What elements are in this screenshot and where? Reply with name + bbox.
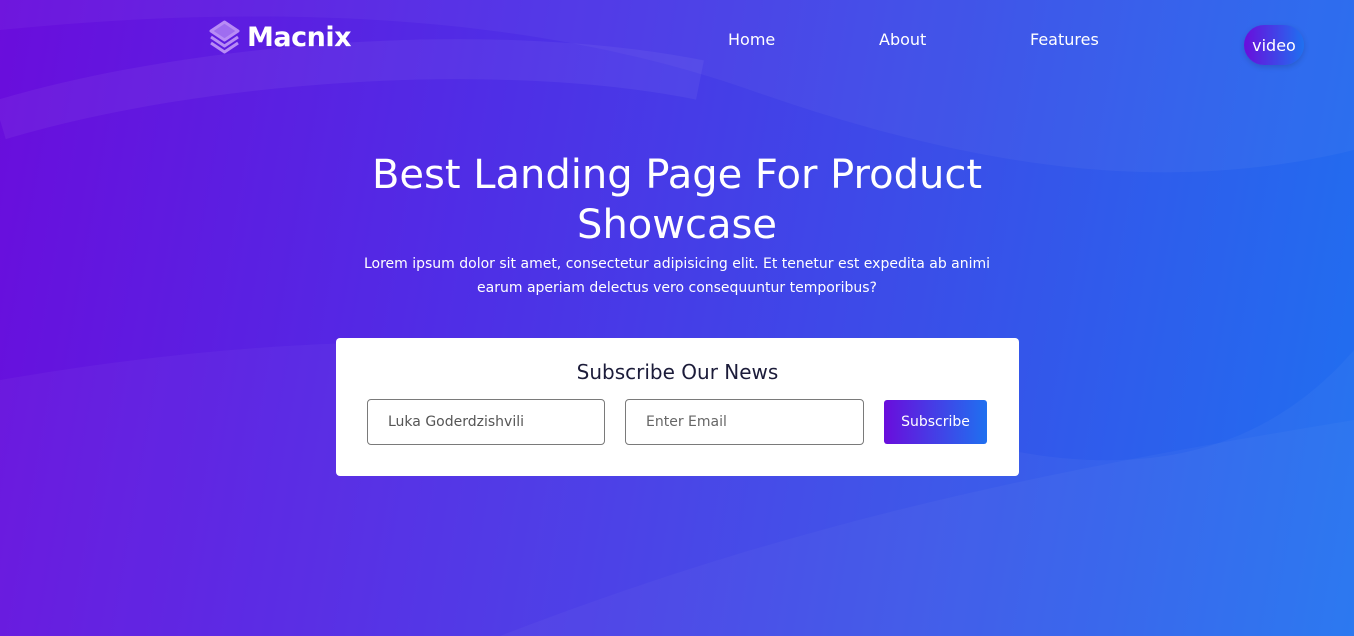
subscribe-title: Subscribe Our News bbox=[576, 360, 779, 384]
background-waves bbox=[0, 0, 1354, 173]
email-input[interactable] bbox=[625, 399, 864, 445]
subscribe-card: Subscribe Our News Subscribe bbox=[336, 338, 1019, 476]
nav-link-about[interactable]: About bbox=[879, 30, 926, 49]
hero-section: Macnix Home About Features video Best La… bbox=[0, 0, 1354, 636]
name-input[interactable] bbox=[367, 399, 605, 445]
video-button[interactable]: video bbox=[1244, 25, 1304, 65]
nav-link-home[interactable]: Home bbox=[728, 30, 775, 49]
hero-description: Lorem ipsum dolor sit amet, consectetur … bbox=[363, 256, 991, 296]
hero-title: Best Landing Page For Product Showcase bbox=[371, 152, 983, 248]
main-nav: Home About Features bbox=[0, 30, 1354, 52]
nav-link-features[interactable]: Features bbox=[1030, 30, 1099, 49]
subscribe-button[interactable]: Subscribe bbox=[884, 400, 987, 444]
